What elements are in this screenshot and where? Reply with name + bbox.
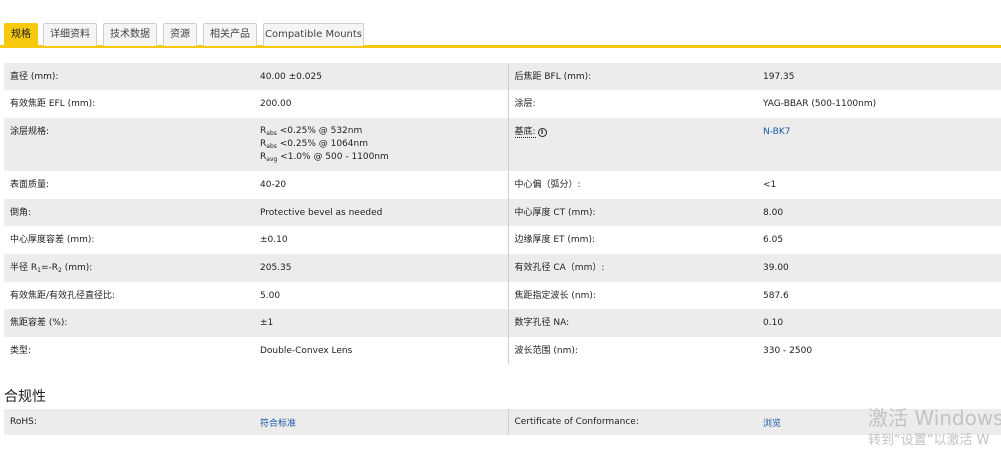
radius-label: 半径 R1=-R2 (mm): xyxy=(10,263,93,274)
spec-label: 有效焦距 EFL (mm): xyxy=(10,99,96,109)
tab-resources[interactable]: 资源 xyxy=(163,23,197,46)
spec-label: 类型: xyxy=(10,346,32,356)
spec-value: YAG-BBAR (500-1100nm) xyxy=(763,99,877,109)
coating-line: Ravg <1.0% @ 500 - 1100nm xyxy=(260,152,389,163)
rohs-label: RoHS: xyxy=(4,409,254,435)
tab-details[interactable]: 详细资料 xyxy=(43,23,97,46)
coating-spec-values: Rabs <0.25% @ 532nm Rabs <0.25% @ 1064nm… xyxy=(260,118,502,165)
spec-value: <1 xyxy=(763,180,777,190)
table-row: 类型: Double-Convex Lens 波长范围 (nm): 330 - … xyxy=(4,337,1001,364)
certificate-label: Certificate of Conformance: xyxy=(508,409,757,435)
spec-label: 焦距指定波长 (nm): xyxy=(514,291,596,301)
spec-label: 数字孔径 NA: xyxy=(514,318,570,328)
spec-label: 后焦距 BFL (mm): xyxy=(514,72,592,82)
spec-label: 中心偏（弧分）: xyxy=(514,180,581,190)
coating-line: Rabs <0.25% @ 1064nm xyxy=(260,139,368,150)
tab-bar: 规格 详细资料 技术数据 资源 相关产品 Compatible Mounts xyxy=(0,0,1001,48)
spec-label: 有效焦距/有效孔径直径比: xyxy=(10,291,116,301)
spec-label: 涂层: xyxy=(514,99,536,109)
spec-value: Protective bevel as needed xyxy=(260,208,383,218)
table-row: 表面质量: 40-20 中心偏（弧分）: <1 xyxy=(4,171,1001,199)
spec-label: 波长范围 (nm): xyxy=(514,346,578,356)
compliance-table: RoHS: 符合标准 Certificate of Conformance: 浏… xyxy=(4,409,1001,435)
table-row: 涂层规格: Rabs <0.25% @ 532nm Rabs <0.25% @ … xyxy=(4,118,1001,171)
spec-value: ±0.10 xyxy=(260,235,288,245)
info-icon[interactable]: i xyxy=(537,128,547,137)
spec-label: 直径 (mm): xyxy=(10,72,59,82)
table-row: 有效焦距 EFL (mm): 200.00 涂层: YAG-BBAR (500-… xyxy=(4,90,1001,118)
spec-value: 5.00 xyxy=(260,291,281,301)
spec-label: 涂层规格: xyxy=(10,127,50,137)
table-row: 焦距容差 (%): ±1 数字孔径 NA: 0.10 xyxy=(4,309,1001,337)
spec-value: 330 - 2500 xyxy=(763,346,813,356)
spec-label: 中心厚度容差 (mm): xyxy=(10,235,95,245)
spec-value: 0.10 xyxy=(763,318,784,328)
spec-label: 焦距容差 (%): xyxy=(10,318,68,328)
watermark-line2: 转到“设置”以激活 W xyxy=(868,433,990,448)
table-row: 有效焦距/有效孔径直径比: 5.00 焦距指定波长 (nm): 587.6 xyxy=(4,282,1001,309)
compliance-heading: 合规性 xyxy=(4,389,46,405)
rohs-link[interactable]: 符合标准 xyxy=(254,409,509,435)
spec-label: 中心厚度 CT (mm): xyxy=(514,208,596,218)
spec-label: 基底: i xyxy=(514,118,752,138)
substrate-label: 基底: xyxy=(514,127,536,138)
spec-value: 587.6 xyxy=(763,291,789,301)
tab-related-products[interactable]: 相关产品 xyxy=(203,23,257,46)
table-row: 倒角: Protective bevel as needed 中心厚度 CT (… xyxy=(4,199,1001,226)
spec-value: 40-20 xyxy=(260,180,287,190)
spec-label: 有效孔径 CA（mm）: xyxy=(514,263,605,273)
spec-value: 205.35 xyxy=(260,263,292,273)
tab-specs[interactable]: 规格 xyxy=(4,23,38,46)
spec-value: 8.00 xyxy=(763,208,784,218)
spec-label: 倒角: xyxy=(10,208,32,218)
substrate-link[interactable]: N-BK7 xyxy=(763,118,995,138)
spec-value: ±1 xyxy=(260,318,274,328)
table-row: 半径 R1=-R2 (mm): 205.35 有效孔径 CA（mm）: 39.0… xyxy=(4,254,1001,282)
windows-activation-watermark: 激活 Windows 转到“设置”以激活 W xyxy=(868,406,1001,450)
watermark-line1: 激活 Windows xyxy=(868,406,1001,430)
spec-value: Double-Convex Lens xyxy=(260,346,353,356)
spec-label: 边缘厚度 ET (mm): xyxy=(514,235,596,245)
spec-label: 表面质量: xyxy=(10,180,50,190)
specs-table: 直径 (mm): 40.00 ±0.025 后焦距 BFL (mm): 197.… xyxy=(4,63,1001,364)
table-row: RoHS: 符合标准 Certificate of Conformance: 浏… xyxy=(4,409,1001,435)
coating-line: Rabs <0.25% @ 532nm xyxy=(260,126,363,137)
table-row: 中心厚度容差 (mm): ±0.10 边缘厚度 ET (mm): 6.05 xyxy=(4,226,1001,254)
spec-value: 197.35 xyxy=(763,72,795,82)
tab-technical-data[interactable]: 技术数据 xyxy=(103,23,157,46)
spec-value: 39.00 xyxy=(763,263,789,273)
spec-value: 6.05 xyxy=(763,235,784,245)
spec-value: 200.00 xyxy=(260,99,292,109)
spec-value: 40.00 ±0.025 xyxy=(260,72,322,82)
table-row: 直径 (mm): 40.00 ±0.025 后焦距 BFL (mm): 197.… xyxy=(4,63,1001,90)
tab-compatible-mounts[interactable]: Compatible Mounts xyxy=(263,23,364,46)
